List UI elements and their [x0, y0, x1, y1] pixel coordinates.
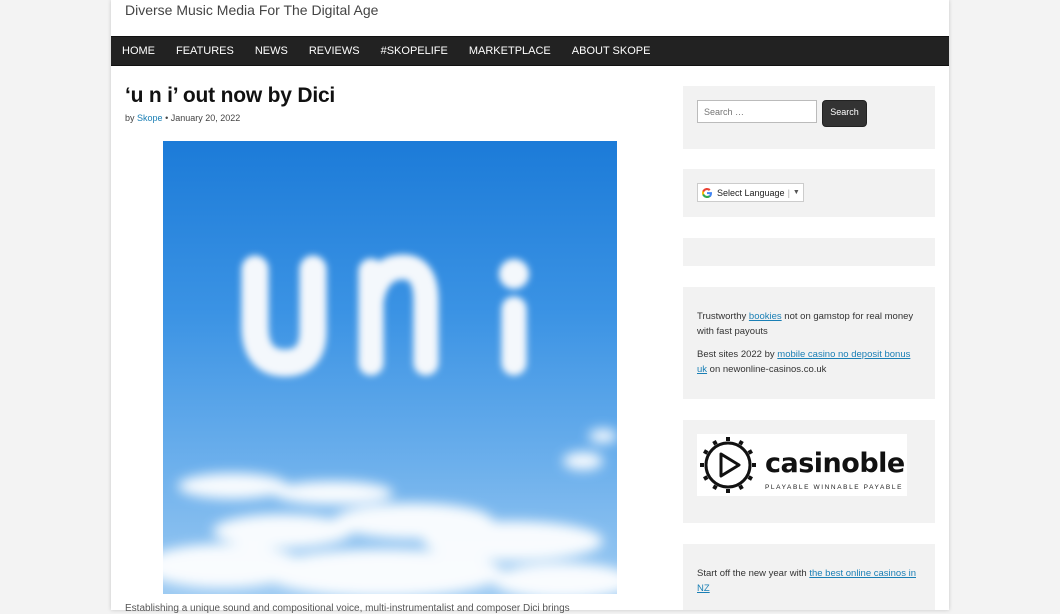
language-select-label: Select Language — [717, 187, 785, 198]
links-text: Trustworthy — [697, 311, 749, 322]
post-date: January 20, 2022 — [170, 113, 241, 123]
nav-item-news[interactable]: NEWS — [244, 37, 298, 65]
language-select-divider: | — [787, 187, 790, 198]
links-text: on newonline-casinos.co.uk — [707, 364, 827, 375]
post-author-link[interactable]: Skope — [137, 113, 163, 123]
search-button[interactable]: Search — [822, 100, 867, 127]
post-title: ‘u n i’ out now by Dici — [125, 84, 336, 107]
links-widget: Trustworthy bookies not on gamstop for r… — [683, 287, 935, 399]
casinoble-logo[interactable]: casinoble PLAYABLE WINNABLE PAYABLE — [697, 434, 907, 496]
nav-item-features[interactable]: FEATURES — [166, 37, 245, 65]
bottom-links-widget: Start off the new year with the best onl… — [683, 544, 935, 610]
nav-item-about[interactable]: ABOUT SKOPE — [561, 37, 661, 65]
nav-item-skopelife[interactable]: #SKOPELIFE — [370, 37, 458, 65]
google-g-icon — [702, 187, 712, 198]
links-text: Best sites 2022 by — [697, 349, 778, 360]
translate-widget: Select Language | ▼ — [683, 169, 935, 217]
links-paragraph-2: Best sites 2022 by mobile casino no depo… — [697, 347, 923, 377]
bottom-paragraph: Start off the new year with the best onl… — [697, 566, 923, 596]
bookies-link[interactable]: bookies — [749, 311, 782, 322]
page-container: Diverse Music Media For The Digital Age … — [111, 0, 949, 614]
site-tagline: Diverse Music Media For The Digital Age — [125, 2, 379, 18]
post-body-truncated: Establishing a unique sound and composit… — [125, 603, 570, 614]
empty-widget — [683, 238, 935, 266]
cloud-letters-image — [163, 254, 617, 594]
post-meta: by Skope • January 20, 2022 — [125, 113, 240, 123]
main-nav: HOME FEATURES NEWS REVIEWS #SKOPELIFE MA… — [111, 36, 949, 66]
bottom-text: Start off the new year with — [697, 568, 810, 579]
logo-slogan: PLAYABLE WINNABLE PAYABLE — [765, 484, 904, 491]
nav-item-marketplace[interactable]: MARKETPLACE — [458, 37, 561, 65]
post-featured-image — [163, 141, 617, 594]
search-widget: Search — [683, 86, 935, 149]
language-select[interactable]: Select Language | ▼ — [697, 183, 804, 202]
post-by-label: by — [125, 113, 135, 123]
casinoble-widget: casinoble PLAYABLE WINNABLE PAYABLE — [683, 420, 935, 523]
meta-separator: • — [165, 113, 169, 123]
nav-item-reviews[interactable]: REVIEWS — [298, 37, 370, 65]
play-dial-icon — [700, 437, 756, 493]
links-paragraph-1: Trustworthy bookies not on gamstop for r… — [697, 309, 923, 339]
nav-item-home[interactable]: HOME — [111, 37, 166, 65]
logo-wordmark: casinoble — [765, 448, 905, 479]
search-input[interactable] — [697, 100, 817, 123]
chevron-down-icon: ▼ — [792, 189, 800, 196]
